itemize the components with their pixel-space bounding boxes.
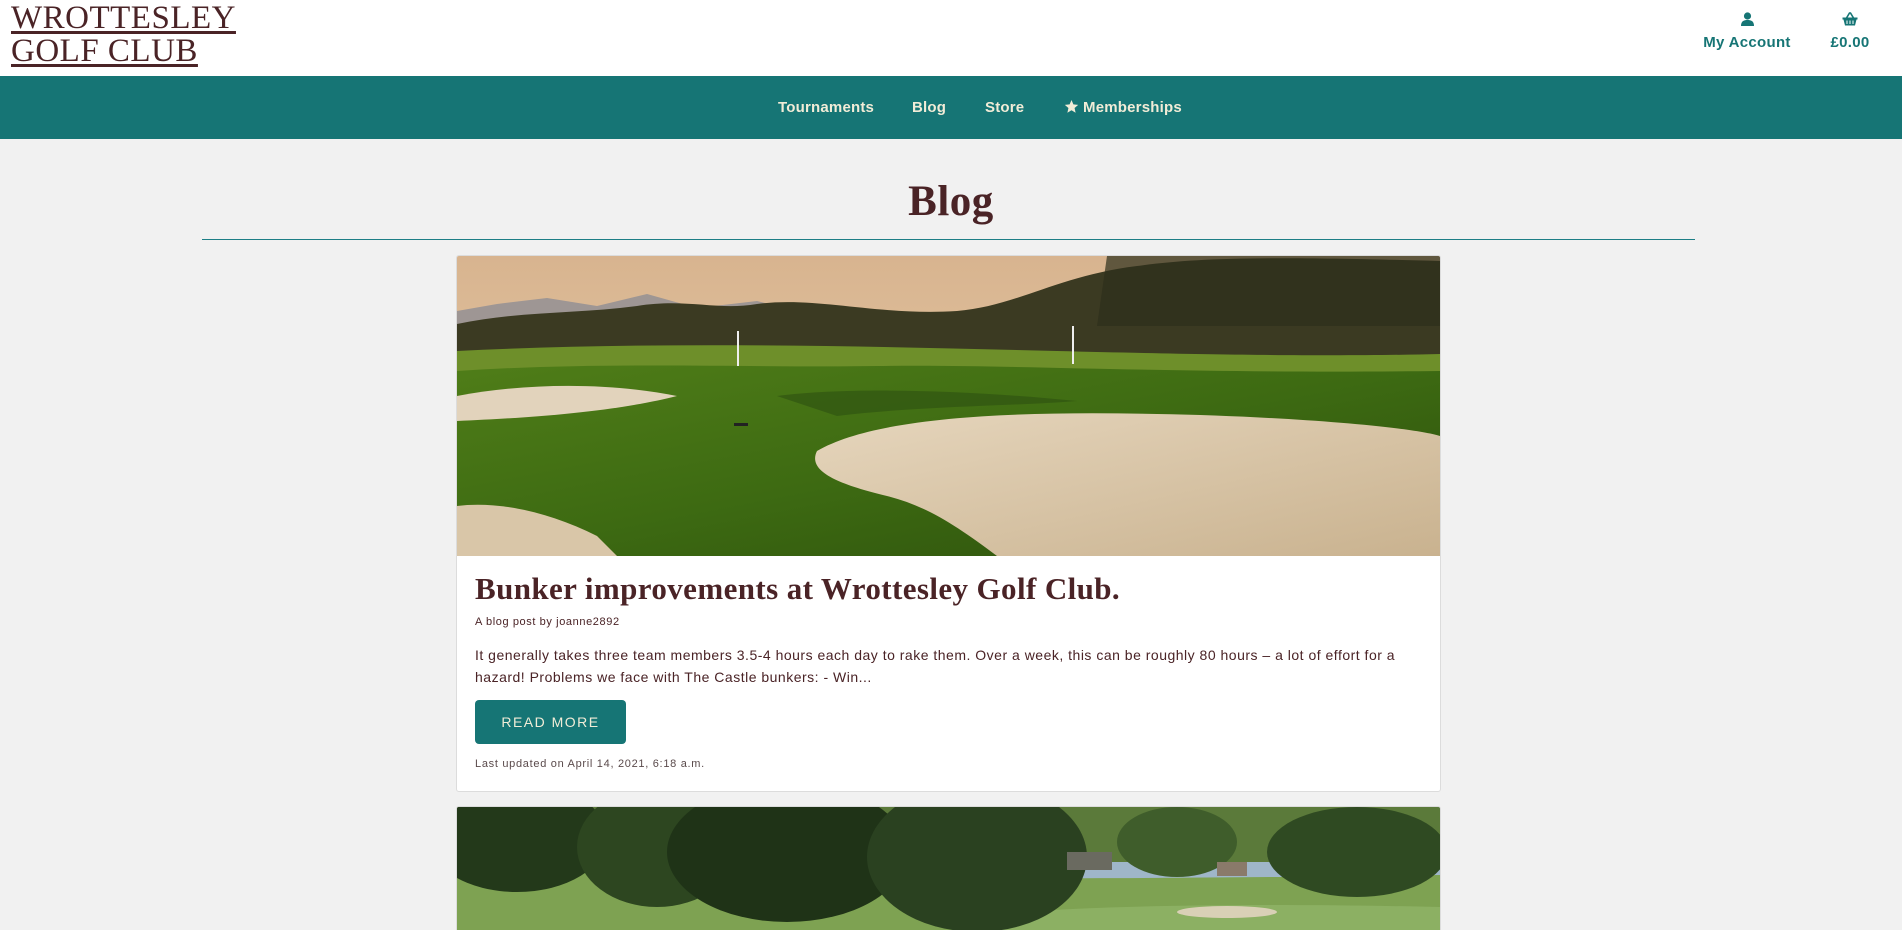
read-more-button[interactable]: READ MORE: [475, 700, 626, 744]
post-excerpt: It generally takes three team members 3.…: [475, 647, 1396, 685]
blog-post-card: [456, 806, 1441, 930]
logo-line-2: GOLF CLUB: [11, 33, 198, 69]
post-author: A blog post by joanne2892: [475, 616, 620, 628]
star-icon: [1064, 99, 1079, 113]
nav-memberships[interactable]: Memberships: [1064, 76, 1182, 139]
nav-tournaments[interactable]: Tournaments: [778, 76, 874, 139]
post-last-updated: Last updated on April 14, 2021, 6:18 a.m…: [475, 758, 705, 770]
my-account-label: My Account: [1703, 34, 1791, 51]
nav-memberships-label: Memberships: [1083, 99, 1182, 116]
shopping-bag-link[interactable]: £0.00: [1820, 12, 1880, 51]
basket-icon: [1820, 12, 1880, 29]
post-title[interactable]: Bunker improvements at Wrottesley Golf C…: [475, 571, 1120, 607]
page-title: Blog: [908, 178, 994, 225]
user-icon: [1700, 12, 1794, 29]
blog-post-card: Bunker improvements at Wrottesley Golf C…: [456, 255, 1441, 792]
logo-line-1: WROTTESLEY: [11, 0, 236, 36]
top-bar: WROTTESLEY GOLF CLUB My Account £0.00: [0, 0, 1902, 76]
nav-store[interactable]: Store: [985, 76, 1024, 139]
main-nav: Tournaments Blog Store Memberships: [0, 76, 1902, 139]
site-logo-link[interactable]: WROTTESLEY GOLF CLUB: [11, 2, 236, 68]
golf-bunker-photo[interactable]: [457, 256, 1440, 556]
bag-total: £0.00: [1830, 34, 1870, 51]
nav-blog[interactable]: Blog: [912, 76, 946, 139]
my-account-link[interactable]: My Account: [1700, 12, 1794, 51]
golf-course-trees-photo[interactable]: [457, 807, 1440, 930]
title-divider: [202, 239, 1695, 240]
